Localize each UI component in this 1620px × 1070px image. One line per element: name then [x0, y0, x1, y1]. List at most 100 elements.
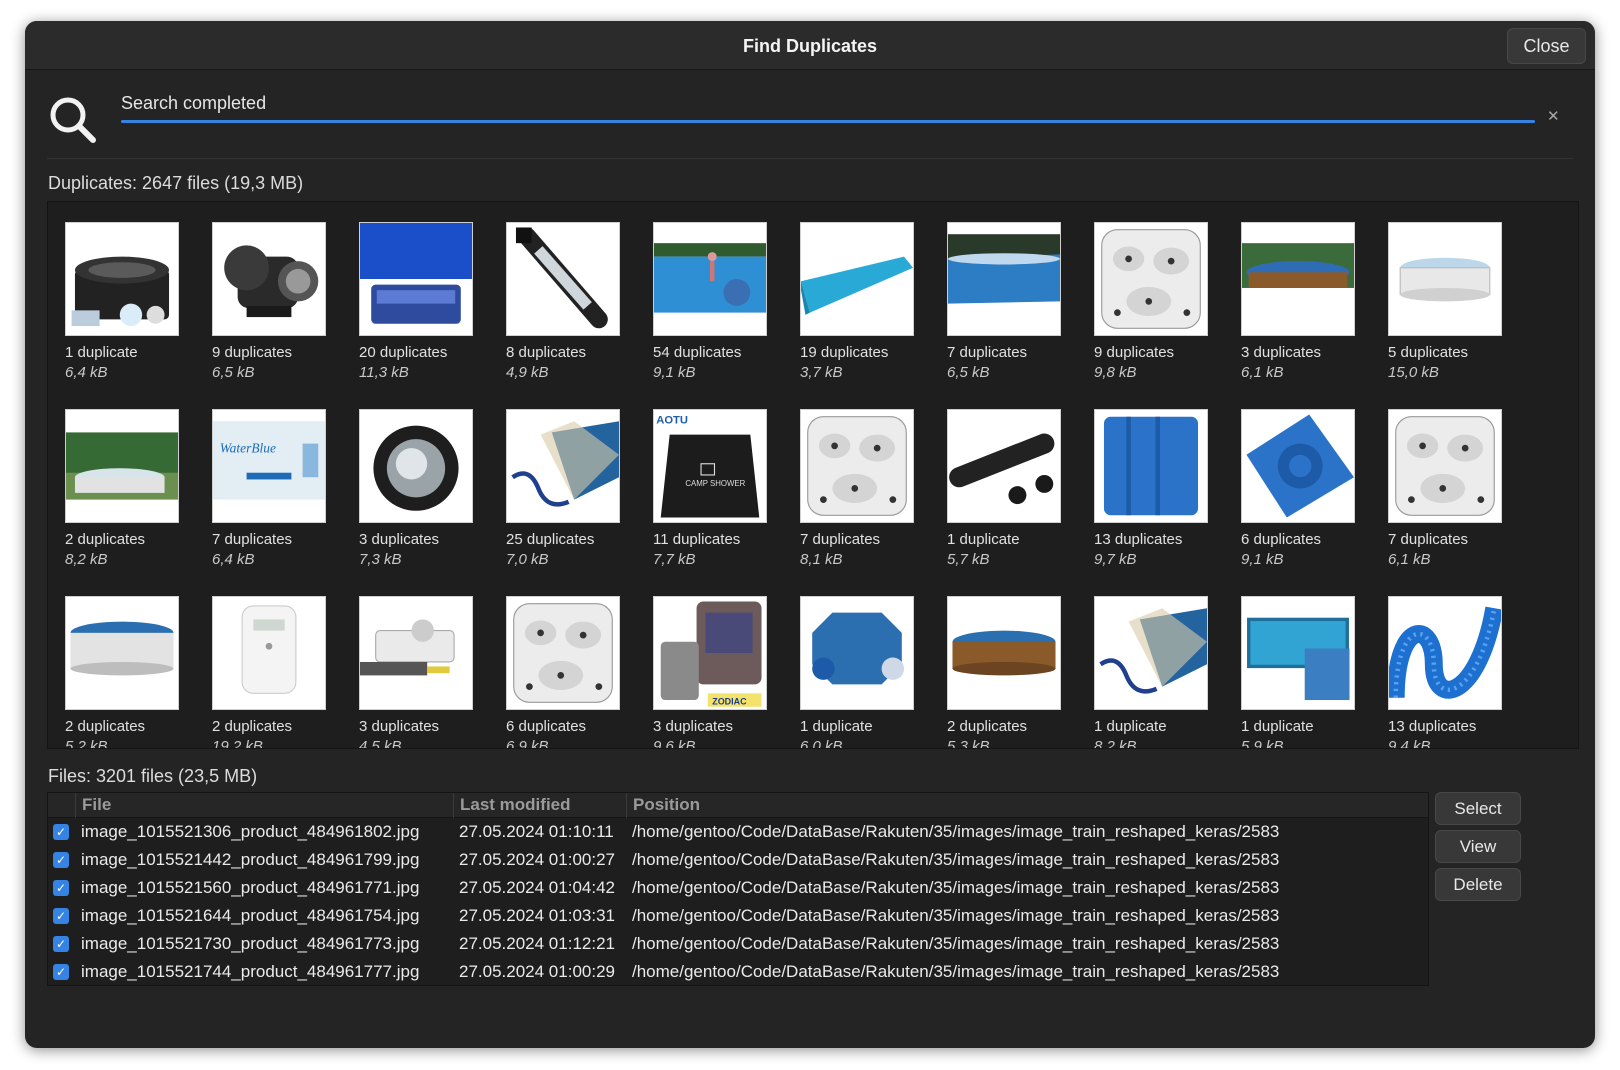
last-modified: 27.05.2024 01:10:11 [459, 822, 614, 841]
table-row[interactable]: ✓ image_1015521730_product_484961773.jpg 2… [48, 931, 1428, 959]
duplicate-item[interactable]: 2 duplicates 5,2 kB [65, 596, 212, 748]
spa-top-thumbnail[interactable] [1094, 222, 1208, 336]
file-size: 9,1 kB [653, 364, 696, 381]
spa-top-thumbnail[interactable] [1388, 409, 1502, 523]
duplicate-item[interactable]: 9 duplicates 9,8 kB [1094, 222, 1241, 409]
separator [47, 158, 1573, 159]
spa-top-thumbnail[interactable] [506, 596, 620, 710]
duplicate-item[interactable]: 13 duplicates 9,4 kB [1388, 596, 1535, 749]
duplicate-count: 3 duplicates [359, 718, 440, 735]
row-checkbox[interactable]: ✓ [53, 908, 69, 924]
clear-icon[interactable]: ✕ [1547, 107, 1560, 125]
row-checkbox[interactable]: ✓ [53, 936, 69, 952]
select-button[interactable]: Select [1435, 792, 1521, 825]
duplicate-item[interactable]: 2 duplicates 19,2 kB [212, 596, 359, 748]
table-row[interactable]: ✓ image_1015521744_product_484961777.jpg 2… [48, 959, 1428, 985]
duplicate-item[interactable]: 20 duplicates 11,3 kB [359, 222, 506, 409]
duplicate-item[interactable]: 3 duplicates 6,1 kB [1241, 222, 1388, 409]
duplicates-grid-panel[interactable]: 1 duplicate 6,4 kB 9 duplicates 6,5 kB 20 du… [47, 201, 1579, 749]
cover-strap-thumbnail[interactable] [506, 409, 620, 523]
column-position[interactable]: Position [633, 795, 700, 817]
row-checkbox[interactable]: ✓ [53, 824, 69, 840]
table-row[interactable]: ✓ image_1015521644_product_484961754.jpg 2… [48, 903, 1428, 931]
duplicate-item[interactable]: 5 duplicates 15,0 kB [1388, 222, 1535, 409]
table-row[interactable]: ✓ image_1015521560_product_484961771.jpg 2… [48, 875, 1428, 903]
product-box-thumbnail[interactable]: WaterBlue [212, 409, 326, 523]
duplicate-item[interactable]: 1 duplicate 8,2 kB [1094, 596, 1241, 748]
duplicate-item[interactable]: 8 duplicates 4,9 kB [506, 222, 653, 409]
duplicate-item[interactable]: 7 duplicates 6,5 kB [947, 222, 1094, 409]
duplicate-item[interactable]: 6 duplicates 9,1 kB [1241, 409, 1388, 596]
bubble-roll-thumbnail[interactable] [1241, 409, 1355, 523]
spa-top-thumbnail[interactable] [800, 409, 914, 523]
steel-pool-thumbnail[interactable] [65, 596, 179, 710]
bubble-cover-thumbnail[interactable] [1094, 409, 1208, 523]
column-file[interactable]: File [82, 795, 111, 817]
wood-pool-thumbnail[interactable] [1241, 222, 1355, 336]
solar-cover-thumbnail[interactable] [359, 222, 473, 336]
duplicate-item[interactable]: 1 duplicate 6,0 kB [800, 596, 947, 748]
row-checkbox[interactable]: ✓ [53, 964, 69, 980]
duplicate-item[interactable]: 6 duplicates 6,9 kB [506, 596, 653, 748]
file-size: 5,3 kB [947, 738, 990, 749]
duplicate-item[interactable]: 1 duplicate 5,9 kB [1241, 596, 1388, 748]
pool-light-thumbnail[interactable] [359, 409, 473, 523]
view-button[interactable]: View [1435, 830, 1521, 863]
file-position: /home/gentoo/Code/DataBase/Rakuten/35/im… [632, 934, 1280, 953]
cover-strap-thumbnail[interactable] [1094, 596, 1208, 710]
duplicate-count: 7 duplicates [800, 531, 881, 548]
row-checkbox[interactable]: ✓ [53, 852, 69, 868]
duplicate-item[interactable]: AOTU CAMP SHOWER 11 duplicates 7,7 kB [653, 409, 800, 596]
duplicate-item[interactable]: 13 duplicates 9,7 kB [1094, 409, 1241, 596]
file-size: 8,2 kB [65, 551, 108, 568]
hot-tub-thumbnail[interactable] [65, 222, 179, 336]
duplicate-item[interactable]: 9 duplicates 6,5 kB [212, 222, 359, 409]
duplicate-item[interactable]: 1 duplicate 6,4 kB [65, 222, 212, 409]
svg-text:CAMP SHOWER: CAMP SHOWER [685, 479, 745, 488]
blue-sheet-thumbnail[interactable] [800, 222, 914, 336]
duplicate-count: 1 duplicate [1094, 718, 1167, 735]
duplicate-item[interactable]: 7 duplicates 8,1 kB [800, 409, 947, 596]
octagon-pool-thumbnail[interactable] [800, 596, 914, 710]
duplicate-count: 5 duplicates [1388, 344, 1469, 361]
duplicates-grid: 1 duplicate 6,4 kB 9 duplicates 6,5 kB 20 du… [65, 222, 1535, 749]
file-size: 9,4 kB [1388, 738, 1431, 749]
duplicate-item[interactable]: 2 duplicates 5,3 kB [947, 596, 1094, 749]
duplicate-item[interactable]: 3 duplicates 4,5 kB [359, 596, 506, 748]
file-size: 11,3 kB [359, 364, 409, 381]
frame-pool-thumbnail[interactable] [1241, 596, 1355, 710]
duplicate-item[interactable]: 2 duplicates 8,2 kB [65, 409, 212, 596]
duplicate-item[interactable]: ZODIAC 3 duplicates 9,6 kB [653, 596, 800, 748]
row-checkbox[interactable]: ✓ [53, 880, 69, 896]
pool-scene-thumbnail[interactable] [653, 222, 767, 336]
chlorinator-thumbnail[interactable] [212, 596, 326, 710]
zodiac-unit-thumbnail[interactable]: ZODIAC [653, 596, 767, 710]
black-tube-thumbnail[interactable] [947, 409, 1061, 523]
file-size: 7,7 kB [653, 551, 696, 568]
duplicate-item[interactable]: 3 duplicates 7,3 kB [359, 409, 506, 596]
close-button[interactable]: Close [1507, 28, 1586, 64]
pool-heater-thumbnail[interactable] [359, 596, 473, 710]
files-table: File Last modified Position ✓ image_10155… [47, 792, 1429, 986]
uv-lamp-thumbnail[interactable] [506, 222, 620, 336]
table-row[interactable]: ✓ image_1015521306_product_484961802.jpg 2… [48, 819, 1428, 847]
round-pool-thumbnail[interactable] [1388, 222, 1502, 336]
blue-hose-thumbnail[interactable] [1388, 596, 1502, 710]
duplicate-item[interactable]: 7 duplicates 6,1 kB [1388, 409, 1535, 596]
column-modified[interactable]: Last modified [460, 795, 571, 817]
duplicate-item[interactable]: 19 duplicates 3,7 kB [800, 222, 947, 409]
pool-liner-thumbnail[interactable] [947, 222, 1061, 336]
file-size: 4,9 kB [506, 364, 549, 381]
oval-pool-thumbnail[interactable] [947, 596, 1061, 710]
pool-pump-thumbnail[interactable] [212, 222, 326, 336]
duplicate-item[interactable]: WaterBlue 7 duplicates 6,4 kB [212, 409, 359, 596]
duplicate-count: 2 duplicates [65, 531, 146, 548]
camp-shower-thumbnail[interactable]: AOTU CAMP SHOWER [653, 409, 767, 523]
table-row[interactable]: ✓ image_1015521442_product_484961799.jpg 2… [48, 847, 1428, 875]
duplicate-count: 3 duplicates [1241, 344, 1322, 361]
duplicate-item[interactable]: 1 duplicate 5,7 kB [947, 409, 1094, 596]
duplicate-item[interactable]: 25 duplicates 7,0 kB [506, 409, 653, 596]
delete-button[interactable]: Delete [1435, 868, 1521, 901]
duplicate-item[interactable]: 54 duplicates 9,1 kB [653, 222, 800, 409]
garden-pool-thumbnail[interactable] [65, 409, 179, 523]
